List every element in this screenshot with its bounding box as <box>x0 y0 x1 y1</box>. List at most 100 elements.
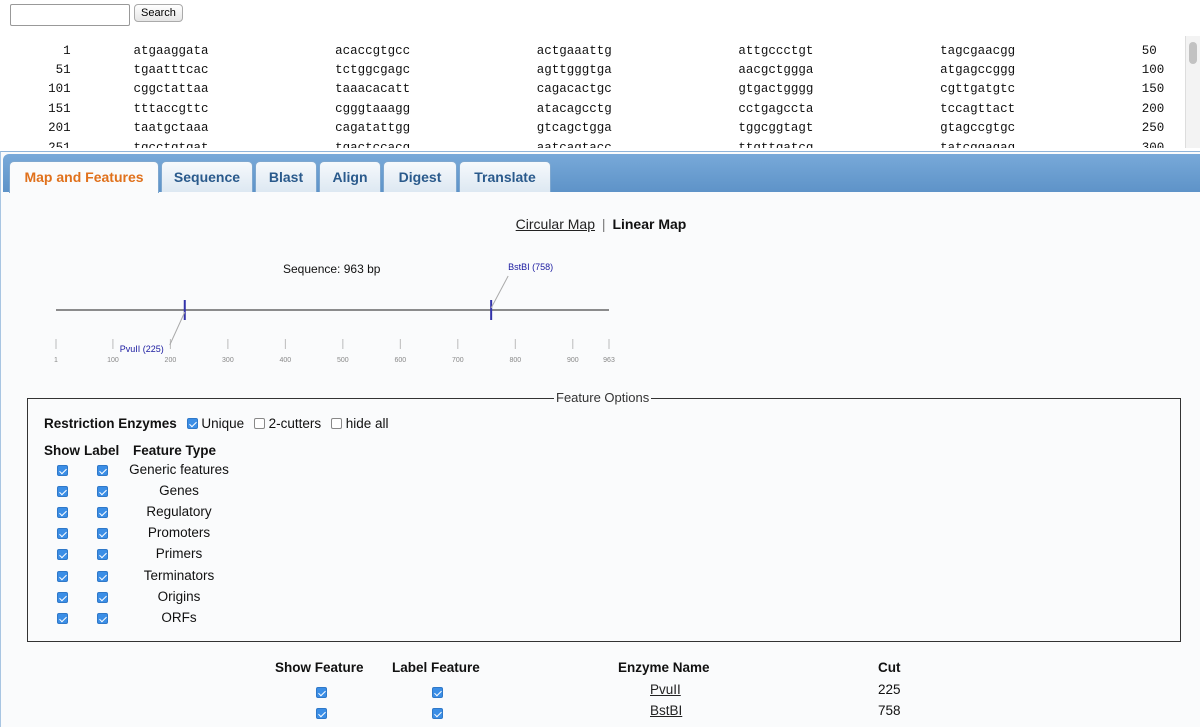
show-feature-checkbox[interactable] <box>57 591 68 603</box>
sequence-chunk: cgttgatgtc <box>940 82 1016 97</box>
ruler-tick-label: 100 <box>107 357 119 364</box>
two-cutters-checkbox[interactable] <box>253 418 265 429</box>
sequence-scrollbar[interactable] <box>1185 36 1200 148</box>
label-enzyme-checkbox[interactable] <box>432 708 443 719</box>
show-feature-header: Show Feature <box>275 660 364 675</box>
feature-type-row: ORFs <box>28 609 328 630</box>
unique-label: Unique <box>201 416 245 431</box>
feature-options: Feature Options Restriction Enzymes Uniq… <box>27 390 1181 642</box>
label-feature-checkbox[interactable] <box>97 570 108 582</box>
scrollbar-thumb[interactable] <box>1189 42 1197 64</box>
feature-type-name: Terminators <box>143 567 215 583</box>
ruler-tick-label: 600 <box>394 357 406 364</box>
sequence-chunk: gtgactgggg <box>738 82 814 97</box>
label-feature-checkbox[interactable] <box>97 507 108 519</box>
sequence-chunk: tatcggagag <box>940 140 1016 148</box>
show-feature-checkbox[interactable] <box>57 465 68 476</box>
search-input[interactable] <box>10 4 130 26</box>
sequence-row: 251 tgcctgtgat tgactccacg aatcagtacc ttgttga… <box>0 138 1200 148</box>
sequence-chunk: atgagccggg <box>940 63 1016 78</box>
tab-map-and-features[interactable]: Map and Features <box>9 161 159 193</box>
enzyme-name-link[interactable]: PvuII <box>650 682 681 703</box>
feature-type-row: Origins <box>28 588 328 609</box>
sequence-chunk: tagcgaacgg <box>940 43 1016 58</box>
enzyme-cut-position: 758 <box>878 703 901 718</box>
tab-digest[interactable]: Digest <box>383 161 457 192</box>
sequence-chunk: cagacactgc <box>536 82 612 97</box>
label-feature-checkbox[interactable] <box>97 612 108 624</box>
label-feature-checkbox[interactable] <box>97 591 108 603</box>
sequence-row: 51 tgaatttcac tctggcgagc agttgggtga aacgctgg… <box>0 60 1200 79</box>
tab-blast[interactable]: Blast <box>255 161 317 192</box>
row-start-number: 251 <box>48 140 71 148</box>
feature-type-name: Generic features <box>129 462 229 477</box>
restriction-enzymes-row: Restriction Enzymes Unique 2-cutters hid… <box>44 416 394 431</box>
sequence-chunk: gtcagctgga <box>536 121 612 136</box>
sequence-chunk: acaccgtgcc <box>335 43 411 58</box>
hide-all-checkbox[interactable] <box>330 418 342 429</box>
row-start-number: 201 <box>48 121 71 136</box>
sequence-chunk: cggctattaa <box>133 82 209 97</box>
feature-type-name: ORFs <box>161 609 197 625</box>
row-start-number: 1 <box>63 43 71 58</box>
sequence-chunk: tggcggtagt <box>738 121 814 136</box>
show-feature-checkbox[interactable] <box>57 507 68 519</box>
ruler-tick-label: 1 <box>54 357 58 364</box>
tab-sequence[interactable]: Sequence <box>161 161 253 192</box>
label-enzyme-checkbox[interactable] <box>432 687 443 698</box>
sequence-chunk: ttgttgatcg <box>738 140 814 148</box>
ruler-tick-label: 963 <box>603 357 615 364</box>
show-feature-checkbox[interactable] <box>57 612 68 624</box>
sequence-chunk: agttgggtga <box>536 63 612 78</box>
enzyme-name-link[interactable]: BstBI <box>650 703 682 724</box>
sequence-length-label: Sequence: 963 bp <box>283 262 381 276</box>
feature-type-row: Generic features <box>28 461 328 482</box>
sequence-chunk: aatcagtacc <box>536 140 612 148</box>
label-feature-checkbox[interactable] <box>97 465 108 476</box>
feature-type-row: Primers <box>28 545 328 566</box>
show-feature-checkbox[interactable] <box>57 528 68 540</box>
tab-align[interactable]: Align <box>319 161 381 192</box>
feature-type-name: Promoters <box>147 525 211 541</box>
show-feature-checkbox[interactable] <box>57 549 68 561</box>
sequence-row: 1 atgaaggata acaccgtgcc actgaaattg attgccctg… <box>0 41 1200 60</box>
label-feature-checkbox[interactable] <box>97 486 108 498</box>
feature-type-row: Genes <box>28 482 328 503</box>
feature-type-name: Genes <box>159 483 199 499</box>
sequence-row: 101 cggctattaa taaacacatt cagacactgc gtgactg… <box>0 80 1200 99</box>
unique-checkbox[interactable] <box>186 418 198 429</box>
search-button[interactable]: Search <box>134 4 183 22</box>
show-enzyme-checkbox[interactable] <box>316 687 327 698</box>
sequence-chunk: cagatattgg <box>335 121 411 136</box>
show-enzyme-checkbox[interactable] <box>316 708 327 719</box>
cut-header: Cut <box>878 660 901 675</box>
label-feature-checkbox[interactable] <box>97 549 108 561</box>
feature-type-row: Regulatory <box>28 503 328 524</box>
sequence-chunk: aacgctggga <box>738 63 814 78</box>
ruler-tick-label: 800 <box>509 357 521 364</box>
circular-map-link[interactable]: Circular Map <box>516 216 595 232</box>
sequence-panel: 1 atgaaggata acaccgtgcc actgaaattg attgccctg… <box>0 36 1200 148</box>
sequence-chunk: cgggtaaagg <box>335 101 411 116</box>
feature-options-legend: Feature Options <box>554 390 652 405</box>
enzyme-name-header: Enzyme Name <box>618 660 710 675</box>
sequence-chunk: tgaatttcac <box>133 63 209 78</box>
feature-type-name: Primers <box>155 546 203 562</box>
sequence-chunk: atacagcctg <box>536 101 612 116</box>
ruler-tick-label: 900 <box>567 357 579 364</box>
feature-type-row: Promoters <box>28 524 328 545</box>
show-feature-checkbox[interactable] <box>57 570 68 582</box>
tab-translate[interactable]: Translate <box>459 161 551 192</box>
sequence-chunk: tctggcgagc <box>335 63 411 78</box>
sequence-chunk: attgccctgt <box>738 43 814 58</box>
site-label[interactable]: PvuII (225) <box>120 344 164 354</box>
ruler-tick-label: 300 <box>222 357 234 364</box>
row-start-number: 151 <box>48 101 71 116</box>
show-feature-checkbox[interactable] <box>57 486 68 498</box>
linear-map-label: Linear Map <box>612 216 687 232</box>
site-label[interactable]: BstBI (758) <box>508 262 553 272</box>
map-type-switch: Circular Map | Linear Map <box>1 216 1200 232</box>
label-feature-checkbox[interactable] <box>97 528 108 540</box>
sequence-chunk: atgaaggata <box>133 43 209 58</box>
sequence-chunk: taatgctaaa <box>133 121 209 136</box>
